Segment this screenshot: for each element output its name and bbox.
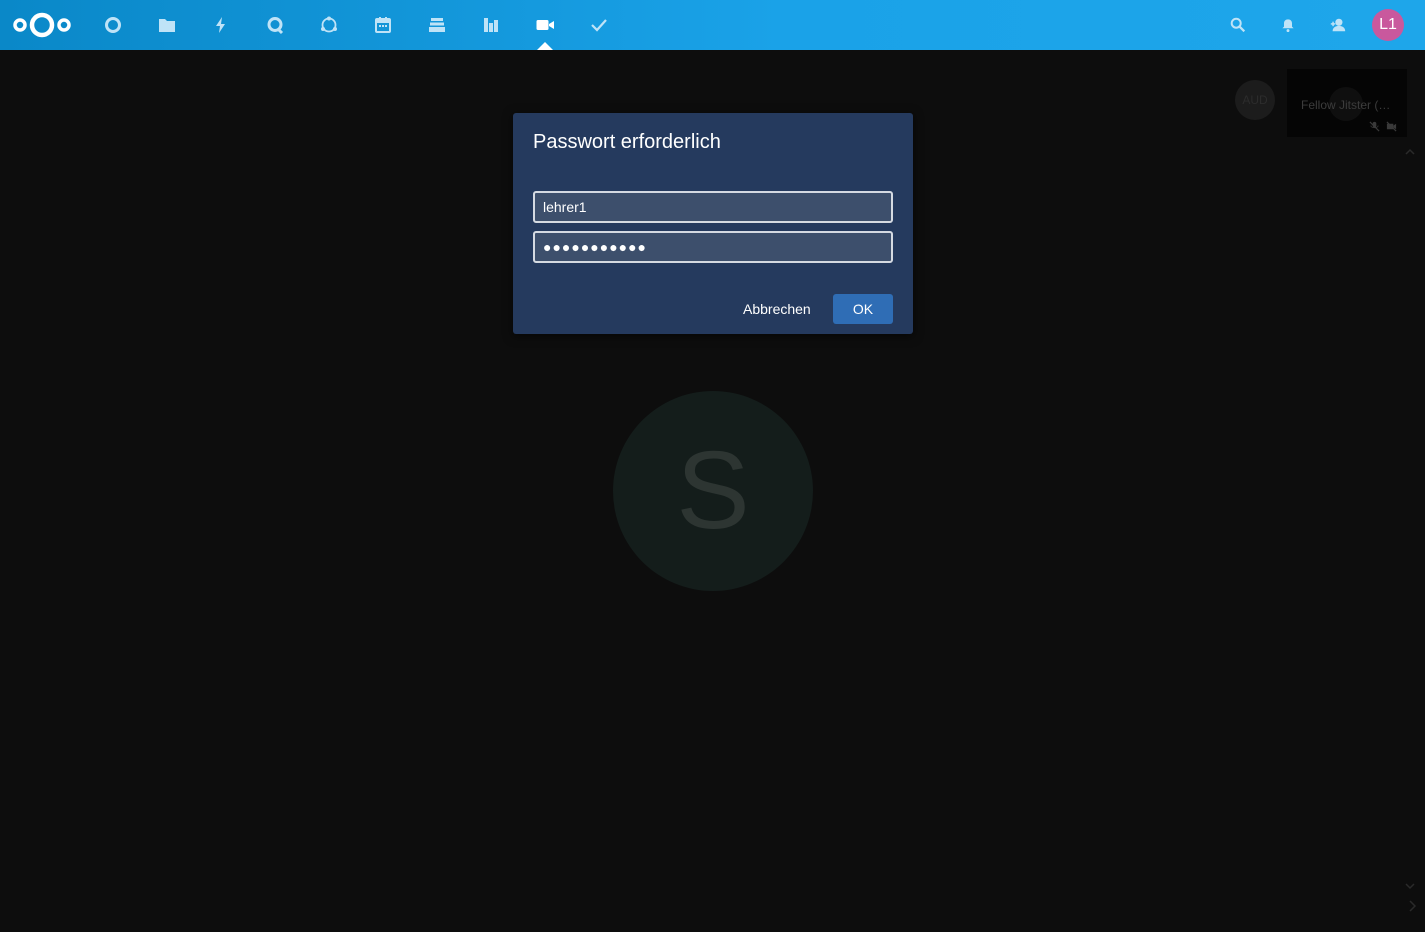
- large-participant-avatar: S: [613, 391, 813, 591]
- activity-icon[interactable]: [209, 13, 233, 37]
- tasks-icon[interactable]: [587, 13, 611, 37]
- circles-icon[interactable]: [317, 13, 341, 37]
- video-icon[interactable]: [533, 13, 557, 50]
- analytics-icon[interactable]: [479, 13, 503, 37]
- password-field[interactable]: [533, 231, 893, 263]
- search-icon[interactable]: [1228, 15, 1248, 35]
- nextcloud-logo-icon[interactable]: [12, 10, 74, 40]
- toggle-filmstrip-icon[interactable]: [1406, 900, 1418, 912]
- mic-muted-icon: [1369, 121, 1380, 132]
- calendar-icon[interactable]: [371, 13, 395, 37]
- participant-thumbnail[interactable]: Fellow Jitster (…: [1287, 69, 1407, 137]
- contacts-icon[interactable]: [1328, 15, 1348, 35]
- thumbnail-name: Fellow Jitster (…: [1301, 98, 1391, 112]
- deck-icon[interactable]: [425, 13, 449, 37]
- talk-icon[interactable]: [263, 13, 287, 37]
- camera-off-icon: [1386, 121, 1397, 132]
- scroll-up-icon[interactable]: [1404, 146, 1416, 158]
- audio-participant-avatar: AUD: [1235, 80, 1275, 120]
- cancel-button[interactable]: Abbrechen: [735, 294, 819, 324]
- scroll-down-icon[interactable]: [1404, 880, 1416, 892]
- files-icon[interactable]: [155, 13, 179, 37]
- dialog-title: Passwort erforderlich: [533, 131, 721, 153]
- ok-button[interactable]: OK: [833, 294, 893, 324]
- top-navigation-bar: L1: [0, 0, 1425, 50]
- password-dialog: Passwort erforderlich Abbrechen OK: [513, 113, 913, 334]
- notifications-icon[interactable]: [1278, 15, 1298, 35]
- username-field[interactable]: [533, 191, 893, 223]
- user-avatar[interactable]: L1: [1372, 9, 1404, 41]
- dashboard-icon[interactable]: [101, 13, 125, 37]
